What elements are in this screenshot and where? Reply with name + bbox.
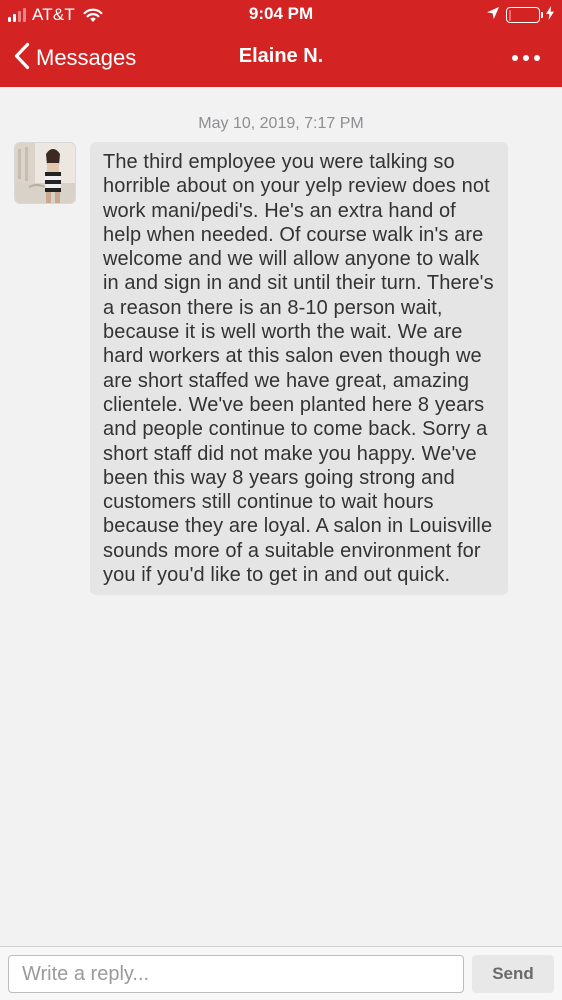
avatar[interactable] [14, 142, 76, 204]
more-icon[interactable] [508, 46, 544, 70]
back-label: Messages [36, 45, 137, 70]
message-timestamp: May 10, 2019, 7:17 PM [198, 115, 364, 132]
reply-bar: Send [0, 946, 562, 1000]
status-right [486, 5, 554, 25]
charging-bolt-icon [546, 5, 554, 25]
status-bar: AT&T 9:04 PM [0, 0, 562, 30]
navigation-bar: Messages Elaine N. [0, 30, 562, 87]
message-bubble: The third employee you were talking so h… [90, 142, 508, 596]
status-time: 9:04 PM [248, 4, 314, 23]
send-button[interactable]: Send [472, 955, 554, 993]
message-text: The third employee you were talking so h… [103, 151, 494, 587]
messaging-screen: AT&T 9:04 PM Messages Elaine N. May 10, … [0, 0, 562, 1000]
battery-icon [506, 7, 543, 23]
location-arrow-icon [486, 6, 500, 25]
message-list[interactable]: May 10, 2019, 7:17 PM The third employee… [0, 87, 562, 946]
battery-level [508, 9, 512, 21]
back-button[interactable]: Messages [14, 40, 136, 76]
reply-input[interactable] [8, 955, 464, 993]
chevron-left-icon [14, 42, 30, 75]
